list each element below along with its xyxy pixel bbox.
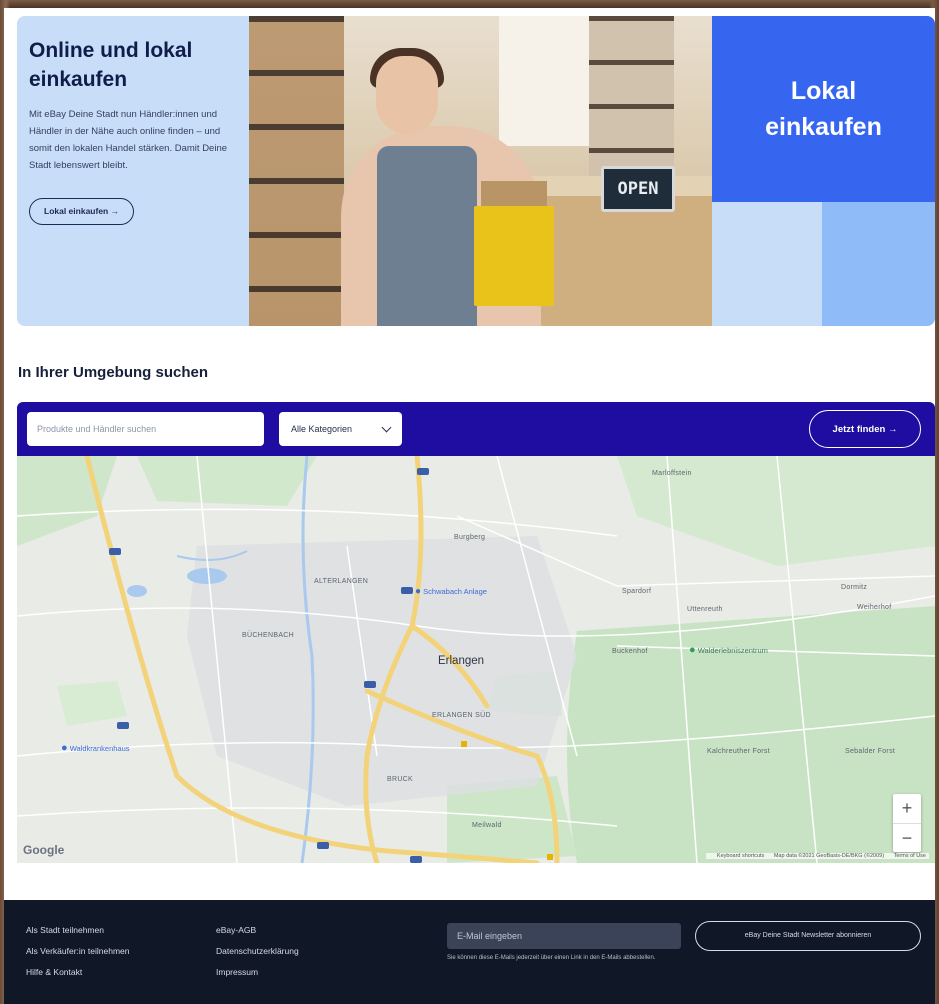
keyboard-shortcuts-link[interactable]: Keyboard shortcuts — [717, 853, 764, 859]
poi-label: Schwabach Anlage — [423, 587, 487, 596]
hero-text-panel: Online und lokal einkaufen Mit eBay Dein… — [17, 16, 249, 326]
map-place-label: ALTERLANGEN — [314, 578, 369, 585]
chevron-down-icon — [381, 422, 392, 433]
footer-link-privacy[interactable]: Datenschutzerklärung — [216, 941, 299, 962]
footer: Als Stadt teilnehmen Als Verkäufer:in te… — [4, 900, 935, 1004]
map-place-label: Meilwald — [472, 822, 502, 829]
zoom-control: + − — [893, 794, 921, 852]
hero-banner: Online und lokal einkaufen Mit eBay Dein… — [17, 16, 935, 326]
map-place-label: Dormitz — [841, 584, 868, 591]
footer-column-2: eBay-AGB Datenschutzerklärung Impressum — [216, 920, 299, 983]
footer-link-imprint[interactable]: Impressum — [216, 962, 299, 983]
poi-marker[interactable]: ● Schwabach Anlage — [415, 586, 487, 597]
newsletter-email-input[interactable] — [447, 923, 681, 949]
poi-marker[interactable]: ● Waldkrankenhaus — [61, 742, 130, 754]
map-place-label: Kalchreuther Forst — [707, 748, 770, 755]
footer-column-1: Als Stadt teilnehmen Als Verkäufer:in te… — [26, 920, 129, 983]
map-credits: Keyboard shortcuts Map data ©2021 GeoBas… — [705, 853, 929, 859]
open-sign: OPEN — [601, 166, 675, 212]
shopping-bag — [474, 206, 554, 306]
map-place-label: BRUCK — [387, 776, 414, 783]
category-select-value: Alle Kategorien — [291, 424, 353, 434]
map-place-label: Spardorf — [622, 588, 652, 595]
newsletter-subscribe-button[interactable]: eBay Deine Stadt Newsletter abonnieren — [695, 921, 921, 951]
map-place-label: Weiherhof — [857, 604, 892, 611]
hero-description: Mit eBay Deine Stadt nun Händler:innen u… — [29, 109, 228, 171]
category-select[interactable]: Alle Kategorien — [279, 412, 402, 446]
map-pin-icon: ● — [61, 742, 68, 754]
map-place-label: Sebalder Forst — [845, 748, 896, 755]
zoom-out-button[interactable]: − — [893, 823, 921, 852]
search-input[interactable] — [27, 412, 264, 446]
google-logo: Google — [23, 843, 65, 857]
map[interactable]: Marloffstein ALTERLANGEN BÜCHENBACH ERLA… — [17, 456, 935, 863]
map-city-label: Erlangen — [438, 655, 485, 667]
footer-link-city[interactable]: Als Stadt teilnehmen — [26, 920, 129, 941]
map-place-label: BÜCHENBACH — [242, 632, 295, 639]
map-place-label: ERLANGEN SÜD — [432, 712, 491, 719]
poi-marker[interactable]: ● Walderlebniszentrum — [689, 644, 768, 656]
local-shopping-button[interactable]: Lokal einkaufen → — [29, 198, 135, 225]
hero-accent-panel: Lokal einkaufen — [712, 16, 935, 326]
section-title: In Ihrer Umgebung suchen — [18, 364, 209, 381]
poi-label: Waldkrankenhaus — [69, 744, 130, 753]
find-button[interactable]: Jetzt finden → — [809, 410, 921, 448]
map-place-label: Marloffstein — [652, 470, 692, 477]
map-place-label: Uttenreuth — [687, 606, 723, 613]
hero-title: Online und lokal einkaufen — [29, 39, 193, 91]
map-data-credit: Map data ©2021 GeoBasis-DE/BKG (©2009) — [773, 853, 885, 859]
footer-link-help[interactable]: Hilfe & Kontakt — [26, 962, 129, 983]
hero-accent-title: Lokal einkaufen — [765, 77, 882, 141]
map-pin-icon: ● — [415, 586, 422, 597]
map-place-label: Burgberg — [454, 534, 486, 541]
newsletter-note: Sie können diese E-Mails jederzeit über … — [447, 955, 656, 961]
search-bar: Alle Kategorien Jetzt finden → — [17, 402, 935, 456]
poi-label: Walderlebniszentrum — [697, 646, 768, 655]
map-pin-icon: ● — [689, 644, 696, 656]
footer-link-seller[interactable]: Als Verkäufer:in teilnehmen — [26, 941, 129, 962]
zoom-in-button[interactable]: + — [893, 794, 921, 823]
shop-owner-photo: OPEN — [249, 16, 712, 326]
map-place-label: Buckenhof — [612, 648, 648, 655]
terms-link[interactable]: Terms of Use — [894, 853, 926, 859]
decor-block — [822, 202, 935, 326]
footer-link-agb[interactable]: eBay-AGB — [216, 920, 299, 941]
page: Online und lokal einkaufen Mit eBay Dein… — [4, 8, 935, 1004]
